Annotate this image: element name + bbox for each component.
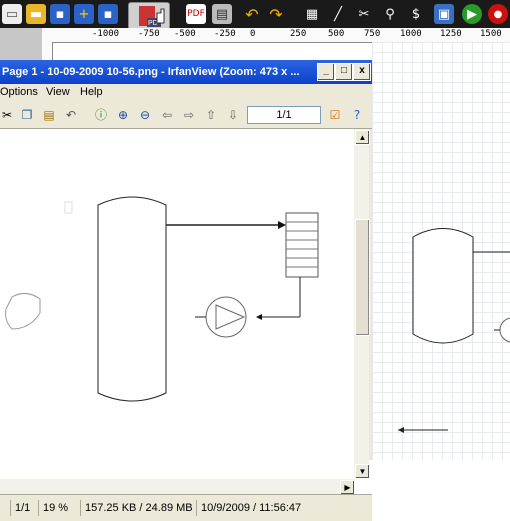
horizontal-ruler: -1000 -750 -500 -250 0 250 500 750 1000 … <box>42 28 510 43</box>
status-size: 157.25 KB / 24.89 MB <box>80 500 193 516</box>
settings-icon[interactable]: ☑ <box>326 106 344 124</box>
maximize-button[interactable]: □ <box>335 63 353 81</box>
ruler-tick: 500 <box>328 29 345 39</box>
redo-icon[interactable]: ↷ <box>266 4 286 24</box>
ruler-icon[interactable]: ╱ <box>328 4 348 24</box>
scissors-icon[interactable]: ✂ <box>354 4 374 24</box>
dollar-icon[interactable]: $ <box>406 4 426 24</box>
horizontal-scrollbar[interactable]: ▶ <box>0 479 355 495</box>
ruler-tick: 1000 <box>400 29 422 39</box>
scroll-up-button[interactable]: ▲ <box>355 130 370 145</box>
diagram-image <box>5 196 319 402</box>
close-button[interactable]: x <box>353 63 371 81</box>
menu-help[interactable]: Help <box>80 86 103 98</box>
last-page-icon[interactable]: ⇩ <box>224 106 242 124</box>
ruler-tick: 250 <box>290 29 307 39</box>
menu-options[interactable]: Options <box>0 86 38 98</box>
zoom-in-icon[interactable]: ⊕ <box>114 106 132 124</box>
canvas-diagram <box>398 228 510 433</box>
paste-icon[interactable]: ▤ <box>40 106 58 124</box>
blower-shape <box>5 293 41 330</box>
copy-icon[interactable]: ❐ <box>18 106 36 124</box>
add-icon[interactable]: + <box>74 4 94 24</box>
scroll-down-button[interactable]: ▼ <box>355 464 370 479</box>
drawing-canvas[interactable] <box>372 42 510 460</box>
minimize-button[interactable]: _ <box>317 63 335 81</box>
image-area[interactable] <box>0 129 354 479</box>
window-title: Page 1 - 10-09-2009 10-56.png - IrfanVie… <box>2 66 300 78</box>
help-icon[interactable]: ? <box>348 106 366 124</box>
menu-bar: Options View Help <box>0 84 372 102</box>
grid-icon[interactable]: ▦ <box>302 4 322 24</box>
zoom-icon[interactable]: ⚲ <box>380 4 400 24</box>
ruler-tick: 0 <box>250 29 256 39</box>
vertical-scrollbar[interactable]: ▲ ▼ <box>354 129 370 479</box>
left-gray-panel <box>0 28 42 62</box>
irfanview-window[interactable]: Page 1 - 10-09-2009 10-56.png - IrfanVie… <box>0 60 372 521</box>
scroll-right-button[interactable]: ▶ <box>340 480 355 495</box>
previous-icon[interactable]: ⇦ <box>158 106 176 124</box>
undo-icon[interactable]: ↶ <box>62 106 80 124</box>
network-icon[interactable]: ▣ <box>434 4 454 24</box>
play-icon[interactable]: ▶ <box>462 4 482 24</box>
pump-shape <box>205 296 247 338</box>
cut-icon[interactable]: ✂ <box>0 106 16 124</box>
status-datetime: 10/9/2009 / 11:56:47 <box>196 500 301 516</box>
status-page: 1/1 <box>10 500 30 516</box>
viewer-toolbar: ✂ ❐ ▤ ↶ ⓘ ⊕ ⊖ ⇦ ⇨ ⇧ ⇩ 1/1 ☑ ? <box>0 102 372 129</box>
zoom-out-icon[interactable]: ⊖ <box>136 106 154 124</box>
next-icon[interactable]: ⇨ <box>180 106 198 124</box>
print-icon[interactable]: ▤ <box>212 4 232 24</box>
status-bar: 1/1 19 % 157.25 KB / 24.89 MB 10/9/2009 … <box>0 494 372 521</box>
ruler-tick: -750 <box>138 29 160 39</box>
new-document-icon[interactable]: ▭ <box>2 4 22 24</box>
tank-shape <box>412 228 474 344</box>
save-as-icon[interactable]: ▪ <box>98 4 118 24</box>
record-icon[interactable]: ● <box>488 4 508 24</box>
ruler-tick: 1500 <box>480 29 502 39</box>
ruler-tick: -1000 <box>92 29 120 39</box>
window-titlebar[interactable]: Page 1 - 10-09-2009 10-56.png - IrfanVie… <box>0 60 372 84</box>
scroll-thumb[interactable] <box>355 219 370 336</box>
vertical-ruler <box>42 42 53 62</box>
page-indicator[interactable]: 1/1 <box>247 106 321 124</box>
tank-shape <box>97 196 167 402</box>
main-toolbar: ▭ ▬ ▪ + ▪ PD PDF ▤ ↶ ↷ ▦ ╱ ✂ ⚲ $ ▣ ▶ ● <box>0 0 510 30</box>
ruler-tick: 750 <box>364 29 381 39</box>
pdf-icon[interactable]: PDF <box>186 4 206 24</box>
pump-shape <box>499 317 510 343</box>
ruler-tick: -500 <box>174 29 196 39</box>
save-icon[interactable]: ▪ <box>50 4 70 24</box>
ruler-tick: -250 <box>214 29 236 39</box>
open-folder-icon[interactable]: ▬ <box>26 4 46 24</box>
ruler-tick: 1250 <box>440 29 462 39</box>
status-zoom: 19 % <box>38 500 68 516</box>
undo-icon[interactable]: ↶ <box>242 4 262 24</box>
first-page-icon[interactable]: ⇧ <box>202 106 220 124</box>
svg-text:PD: PD <box>148 20 158 27</box>
export-pdf-icon[interactable]: PD <box>128 2 170 30</box>
info-icon[interactable]: ⓘ <box>92 106 110 124</box>
menu-view[interactable]: View <box>46 86 70 98</box>
